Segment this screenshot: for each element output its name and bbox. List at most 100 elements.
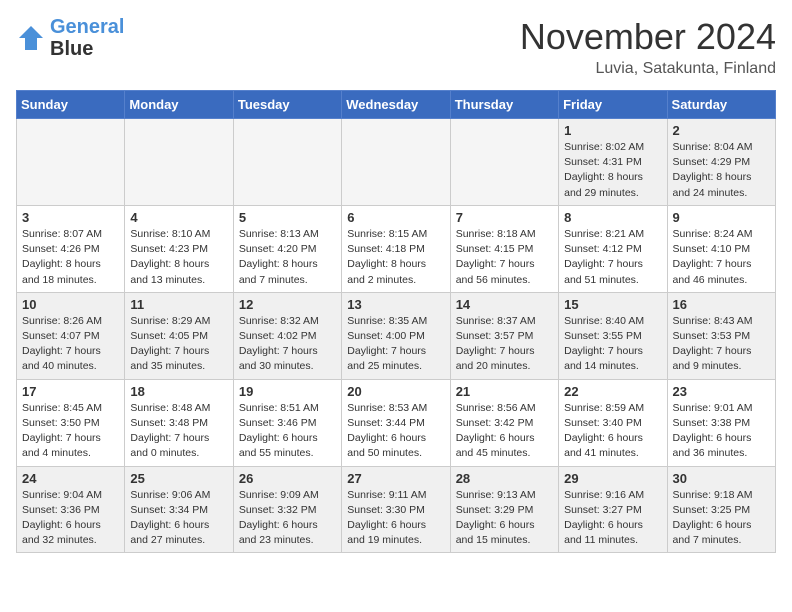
day-number: 18	[130, 384, 227, 399]
calendar-cell: 16 Sunrise: 8:43 AM Sunset: 3:53 PM Dayli…	[667, 292, 775, 379]
day-info: Sunrise: 9:11 AM Sunset: 3:30 PM Dayligh…	[347, 488, 444, 549]
day-number: 8	[564, 210, 661, 225]
calendar-cell: 11 Sunrise: 8:29 AM Sunset: 4:05 PM Dayli…	[125, 292, 233, 379]
day-number: 20	[347, 384, 444, 399]
calendar-cell: 19Sunrise: 8:51 AM Sunset: 3:46 PM Dayli…	[233, 379, 341, 466]
month-title: November 2024	[520, 16, 776, 58]
day-info: Sunrise: 9:16 AM Sunset: 3:27 PM Dayligh…	[564, 488, 661, 549]
calendar-cell: 23 Sunrise: 9:01 AM Sunset: 3:38 PM Dayli…	[667, 379, 775, 466]
calendar-cell: 24 Sunrise: 9:04 AM Sunset: 3:36 PM Dayli…	[17, 466, 125, 553]
day-info: Sunrise: 8:21 AM Sunset: 4:12 PM Dayligh…	[564, 227, 661, 288]
day-info: Sunrise: 8:53 AM Sunset: 3:44 PM Dayligh…	[347, 401, 444, 462]
calendar-cell: 13 Sunrise: 8:35 AM Sunset: 4:00 PM Dayli…	[342, 292, 450, 379]
calendar-cell: 3 Sunrise: 8:07 AM Sunset: 4:26 PM Daylig…	[17, 205, 125, 292]
day-info: Sunrise: 8:04 AM Sunset: 4:29 PM Dayligh…	[673, 140, 770, 201]
day-info: Sunrise: 8:56 AM Sunset: 3:42 PM Dayligh…	[456, 401, 553, 462]
day-number: 10	[22, 297, 119, 312]
calendar-cell	[233, 119, 341, 206]
weekday-header: Wednesday	[342, 91, 450, 119]
calendar-cell	[125, 119, 233, 206]
weekday-header: Thursday	[450, 91, 558, 119]
calendar-cell: 20 Sunrise: 8:53 AM Sunset: 3:44 PM Dayli…	[342, 379, 450, 466]
calendar-week: 1Sunrise: 8:02 AM Sunset: 4:31 PM Daylig…	[17, 119, 776, 206]
day-info: Sunrise: 8:40 AM Sunset: 3:55 PM Dayligh…	[564, 314, 661, 375]
calendar-cell: 26 Sunrise: 9:09 AM Sunset: 3:32 PM Dayli…	[233, 466, 341, 553]
day-info: Sunrise: 8:37 AM Sunset: 3:57 PM Dayligh…	[456, 314, 553, 375]
calendar-week: 3 Sunrise: 8:07 AM Sunset: 4:26 PM Daylig…	[17, 205, 776, 292]
day-info: Sunrise: 8:15 AM Sunset: 4:18 PM Dayligh…	[347, 227, 444, 288]
day-info: Sunrise: 9:06 AM Sunset: 3:34 PM Dayligh…	[130, 488, 227, 549]
weekday-header: Saturday	[667, 91, 775, 119]
day-info: Sunrise: 8:24 AM Sunset: 4:10 PM Dayligh…	[673, 227, 770, 288]
calendar-cell: 9 Sunrise: 8:24 AM Sunset: 4:10 PM Daylig…	[667, 205, 775, 292]
calendar-cell	[342, 119, 450, 206]
day-info: Sunrise: 8:18 AM Sunset: 4:15 PM Dayligh…	[456, 227, 553, 288]
day-number: 28	[456, 471, 553, 486]
day-number: 22	[564, 384, 661, 399]
day-info: Sunrise: 9:18 AM Sunset: 3:25 PM Dayligh…	[673, 488, 770, 549]
day-number: 26	[239, 471, 336, 486]
calendar-cell: 18Sunrise: 8:48 AM Sunset: 3:48 PM Dayli…	[125, 379, 233, 466]
weekday-header: Sunday	[17, 91, 125, 119]
weekday-header: Monday	[125, 91, 233, 119]
day-info: Sunrise: 9:04 AM Sunset: 3:36 PM Dayligh…	[22, 488, 119, 549]
day-info: Sunrise: 8:51 AM Sunset: 3:46 PM Dayligh…	[239, 401, 336, 462]
calendar-week: 17 Sunrise: 8:45 AM Sunset: 3:50 PM Dayli…	[17, 379, 776, 466]
day-number: 21	[456, 384, 553, 399]
logo-general: General	[50, 16, 124, 38]
day-number: 13	[347, 297, 444, 312]
day-info: Sunrise: 8:45 AM Sunset: 3:50 PM Dayligh…	[22, 401, 119, 462]
calendar-cell: 5Sunrise: 8:13 AM Sunset: 4:20 PM Daylig…	[233, 205, 341, 292]
day-number: 5	[239, 210, 336, 225]
page-header: General Blue November 2024 Luvia, Sataku…	[16, 16, 776, 78]
logo-icon	[16, 23, 46, 53]
day-info: Sunrise: 8:26 AM Sunset: 4:07 PM Dayligh…	[22, 314, 119, 375]
calendar-cell: 28 Sunrise: 9:13 AM Sunset: 3:29 PM Dayli…	[450, 466, 558, 553]
day-number: 16	[673, 297, 770, 312]
calendar-cell: 22 Sunrise: 8:59 AM Sunset: 3:40 PM Dayli…	[559, 379, 667, 466]
calendar-cell: 7Sunrise: 8:18 AM Sunset: 4:15 PM Daylig…	[450, 205, 558, 292]
calendar-week: 24 Sunrise: 9:04 AM Sunset: 3:36 PM Dayli…	[17, 466, 776, 553]
calendar-cell: 21 Sunrise: 8:56 AM Sunset: 3:42 PM Dayli…	[450, 379, 558, 466]
day-number: 3	[22, 210, 119, 225]
calendar-cell: 27Sunrise: 9:11 AM Sunset: 3:30 PM Dayli…	[342, 466, 450, 553]
day-number: 9	[673, 210, 770, 225]
day-number: 24	[22, 471, 119, 486]
weekday-header: Tuesday	[233, 91, 341, 119]
calendar-header: SundayMondayTuesdayWednesdayThursdayFrid…	[17, 91, 776, 119]
calendar-cell: 30 Sunrise: 9:18 AM Sunset: 3:25 PM Dayli…	[667, 466, 775, 553]
day-info: Sunrise: 8:29 AM Sunset: 4:05 PM Dayligh…	[130, 314, 227, 375]
day-number: 11	[130, 297, 227, 312]
day-info: Sunrise: 8:32 AM Sunset: 4:02 PM Dayligh…	[239, 314, 336, 375]
day-number: 17	[22, 384, 119, 399]
day-number: 12	[239, 297, 336, 312]
day-info: Sunrise: 8:43 AM Sunset: 3:53 PM Dayligh…	[673, 314, 770, 375]
day-info: Sunrise: 8:35 AM Sunset: 4:00 PM Dayligh…	[347, 314, 444, 375]
weekday-header: Friday	[559, 91, 667, 119]
title-block: November 2024 Luvia, Satakunta, Finland	[520, 16, 776, 78]
day-number: 14	[456, 297, 553, 312]
location: Luvia, Satakunta, Finland	[520, 60, 776, 78]
calendar-cell: 8 Sunrise: 8:21 AM Sunset: 4:12 PM Daylig…	[559, 205, 667, 292]
day-number: 29	[564, 471, 661, 486]
day-info: Sunrise: 9:13 AM Sunset: 3:29 PM Dayligh…	[456, 488, 553, 549]
calendar-cell: 17 Sunrise: 8:45 AM Sunset: 3:50 PM Dayli…	[17, 379, 125, 466]
calendar-cell: 2 Sunrise: 8:04 AM Sunset: 4:29 PM Daylig…	[667, 119, 775, 206]
day-number: 30	[673, 471, 770, 486]
day-info: Sunrise: 8:59 AM Sunset: 3:40 PM Dayligh…	[564, 401, 661, 462]
day-info: Sunrise: 8:07 AM Sunset: 4:26 PM Dayligh…	[22, 227, 119, 288]
day-info: Sunrise: 8:10 AM Sunset: 4:23 PM Dayligh…	[130, 227, 227, 288]
day-number: 2	[673, 123, 770, 138]
day-info: Sunrise: 9:01 AM Sunset: 3:38 PM Dayligh…	[673, 401, 770, 462]
day-info: Sunrise: 8:02 AM Sunset: 4:31 PM Dayligh…	[564, 140, 661, 201]
day-number: 4	[130, 210, 227, 225]
calendar-cell: 15Sunrise: 8:40 AM Sunset: 3:55 PM Dayli…	[559, 292, 667, 379]
calendar-cell: 6Sunrise: 8:15 AM Sunset: 4:18 PM Daylig…	[342, 205, 450, 292]
calendar-cell: 4 Sunrise: 8:10 AM Sunset: 4:23 PM Daylig…	[125, 205, 233, 292]
day-number: 23	[673, 384, 770, 399]
calendar-cell: 14 Sunrise: 8:37 AM Sunset: 3:57 PM Dayli…	[450, 292, 558, 379]
day-info: Sunrise: 9:09 AM Sunset: 3:32 PM Dayligh…	[239, 488, 336, 549]
calendar-cell: 12 Sunrise: 8:32 AM Sunset: 4:02 PM Dayli…	[233, 292, 341, 379]
logo-blue: Blue	[50, 38, 93, 60]
logo: General Blue	[16, 16, 124, 60]
